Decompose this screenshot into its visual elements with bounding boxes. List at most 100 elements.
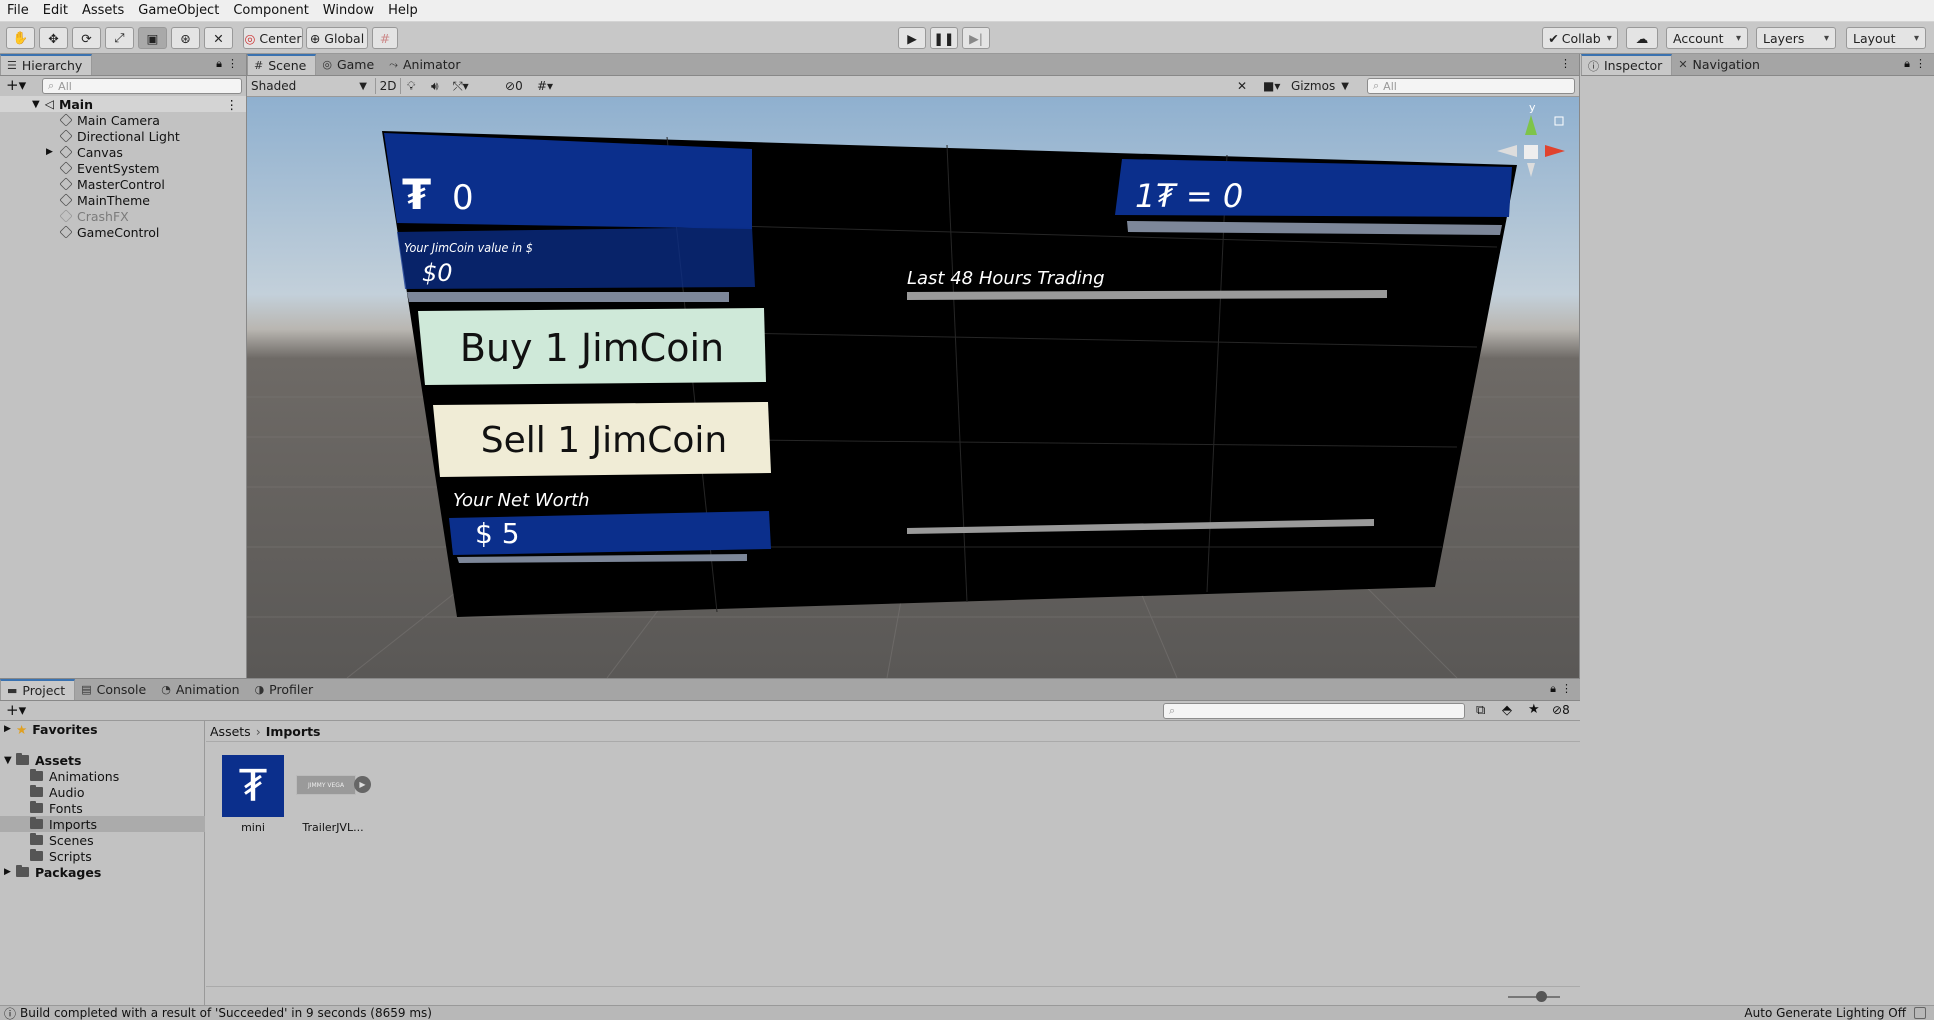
step-button[interactable]: ▶| (962, 27, 990, 49)
favorite-star-icon[interactable]: ★ (1528, 702, 1540, 717)
lock-icon[interactable]: 🔒︎ (1550, 682, 1556, 696)
tree-folder[interactable]: Scenes (0, 832, 205, 848)
menu-help[interactable]: Help (381, 3, 425, 18)
gizmos-dropdown[interactable]: Gizmos ▼ (1291, 78, 1349, 94)
tab-hierarchy[interactable]: ☰ Hierarchy (0, 54, 93, 75)
more-icon[interactable]: ⋮ (227, 57, 238, 70)
tree-folder[interactable]: Fonts (0, 800, 205, 816)
expand-arrow-icon[interactable]: ▼ (32, 99, 40, 110)
hierarchy-item[interactable]: ▶ Canvas (0, 144, 246, 160)
hierarchy-scene-row[interactable]: ▼ ◁ Main ⋮ (0, 96, 246, 112)
grid-toggle[interactable]: #▾ (537, 78, 553, 94)
tab-game[interactable]: ◎ Game (316, 54, 383, 75)
effects-toggle[interactable]: ⤲▾ (453, 78, 469, 94)
menu-edit[interactable]: Edit (36, 3, 75, 18)
hierarchy-item[interactable]: MainTheme (0, 192, 246, 208)
tree-folder[interactable]: Animations (0, 768, 205, 784)
hierarchy-item[interactable]: MasterControl (0, 176, 246, 192)
hidden-objects-toggle[interactable]: ⊘ 0 (505, 78, 523, 94)
filter-label-icon[interactable]: ⬘ (1502, 703, 1512, 718)
tree-folder-selected[interactable]: Imports (0, 816, 205, 832)
hand-tool-button[interactable]: ✋ (6, 27, 35, 49)
tab-scene[interactable]: # Scene (247, 54, 317, 75)
account-dropdown[interactable]: Account (1666, 27, 1748, 49)
tab-console[interactable]: ▤ Console (75, 679, 155, 700)
tree-folder[interactable]: Scripts (0, 848, 205, 864)
sell-jimcoin-button[interactable]: Sell 1 JimCoin (433, 402, 771, 477)
menu-component[interactable]: Component (226, 3, 315, 18)
tree-favorites[interactable]: ▶ ★ Favorites (0, 721, 205, 737)
tab-project[interactable]: ▬ Project (0, 679, 76, 700)
create-asset-button[interactable]: +▾ (6, 701, 26, 719)
filter-type-icon[interactable]: ⧉ (1476, 703, 1485, 718)
shading-mode-dropdown[interactable]: Shaded ▼ (251, 78, 371, 94)
effects-icon: ⤲▾ (453, 78, 469, 93)
tab-navigation[interactable]: ✕ Navigation (1672, 54, 1769, 75)
hierarchy-item[interactable]: EventSystem (0, 160, 246, 176)
menu-assets[interactable]: Assets (75, 3, 131, 18)
breadcrumb-current[interactable]: Imports (266, 724, 321, 739)
collab-dropdown[interactable]: ✔ Collab (1542, 27, 1618, 49)
zoom-slider-track[interactable] (1508, 996, 1560, 998)
rect-tool-button[interactable]: ▣ (138, 27, 167, 49)
project-search-input[interactable]: ⌕ (1163, 703, 1465, 719)
scene-search-input[interactable]: ⌕ All (1367, 78, 1575, 94)
expand-arrow-icon[interactable]: ▼ (4, 755, 16, 766)
buy-jimcoin-button[interactable]: Buy 1 JimCoin (418, 308, 766, 385)
cloud-button[interactable]: ☁ (1626, 27, 1658, 49)
hierarchy-item[interactable]: Directional Light (0, 128, 246, 144)
layout-dropdown[interactable]: Layout (1846, 27, 1926, 49)
tab-animation[interactable]: ◔ Animation (155, 679, 248, 700)
tree-packages[interactable]: ▶ Packages (0, 864, 205, 880)
play-icon: ▶ (907, 30, 917, 46)
custom-tool-button[interactable]: ✕ (204, 27, 233, 49)
hierarchy-item[interactable]: GameControl (0, 224, 246, 240)
status-message[interactable]: Build completed with a result of 'Succee… (20, 1006, 432, 1020)
snap-toggle[interactable]: # (372, 27, 398, 49)
transform-tool-button[interactable]: ⊛ (171, 27, 200, 49)
play-preview-icon[interactable]: ▶ (354, 776, 371, 793)
hierarchy-search-input[interactable]: ⌕ All (42, 78, 242, 94)
move-tool-button[interactable]: ✥ (39, 27, 68, 49)
zoom-slider-thumb[interactable] (1536, 991, 1547, 1002)
asset-thumbnail-mini[interactable]: ₮ (222, 755, 284, 817)
lock-icon[interactable]: 🔒︎ (216, 57, 222, 71)
asset-thumbnail-trailer[interactable]: JIMMY VEGA (296, 775, 356, 795)
pivot-toggle[interactable]: ◎ Center (243, 27, 303, 49)
rotate-tool-button[interactable]: ⟳ (72, 27, 101, 49)
breadcrumb-root[interactable]: Assets (210, 724, 251, 739)
collapsed-arrow-icon[interactable]: ▶ (46, 147, 60, 157)
audio-toggle[interactable]: 🔊︎ (431, 78, 439, 94)
tree-folder[interactable]: Audio (0, 784, 205, 800)
tab-animator[interactable]: ⤳ Animator (383, 54, 469, 75)
lighting-toggle[interactable]: 💡︎ (407, 78, 415, 94)
more-icon[interactable]: ⋮ (1560, 57, 1571, 70)
lock-icon[interactable]: 🔒︎ (1904, 57, 1910, 71)
tab-profiler[interactable]: ◑ Profiler (249, 679, 323, 700)
tab-inspector[interactable]: ⓘ Inspector (1581, 54, 1673, 75)
collapsed-arrow-icon[interactable]: ▶ (4, 867, 16, 877)
space-toggle[interactable]: ⊕ Global (306, 27, 368, 49)
pause-button[interactable]: ❚❚ (930, 27, 958, 49)
menu-window[interactable]: Window (316, 3, 381, 18)
collapsed-arrow-icon[interactable]: ▶ (4, 724, 16, 734)
tree-assets[interactable]: ▼ Assets (0, 752, 205, 768)
hidden-packages-toggle[interactable]: ⊘8 (1552, 703, 1570, 717)
layers-dropdown[interactable]: Layers (1756, 27, 1836, 49)
scene-render[interactable]: ₮ 0 Your JimCoin value in $ $0 Buy 1 Jim… (247, 97, 1579, 678)
camera-dropdown[interactable]: ■▾ (1263, 78, 1280, 94)
hierarchy-item[interactable]: Main Camera (0, 112, 246, 128)
tools-toggle[interactable]: ✕ (1237, 78, 1247, 94)
scale-tool-button[interactable]: ⤢ (105, 27, 134, 49)
more-icon[interactable]: ⋮ (1561, 682, 1572, 695)
menu-file[interactable]: File (0, 3, 36, 18)
hierarchy-item-disabled[interactable]: CrashFX (0, 208, 246, 224)
2d-toggle[interactable]: 2D (375, 78, 401, 94)
menu-gameobject[interactable]: GameObject (131, 3, 226, 18)
lighting-status[interactable]: Auto Generate Lighting Off (1744, 1006, 1906, 1020)
scene-menu-icon[interactable]: ⋮ (226, 97, 239, 112)
scene-viewport[interactable]: ₮ 0 Your JimCoin value in $ $0 Buy 1 Jim… (247, 97, 1579, 678)
create-button[interactable]: +▾ (6, 76, 26, 94)
more-icon[interactable]: ⋮ (1915, 57, 1926, 70)
play-button[interactable]: ▶ (898, 27, 926, 49)
